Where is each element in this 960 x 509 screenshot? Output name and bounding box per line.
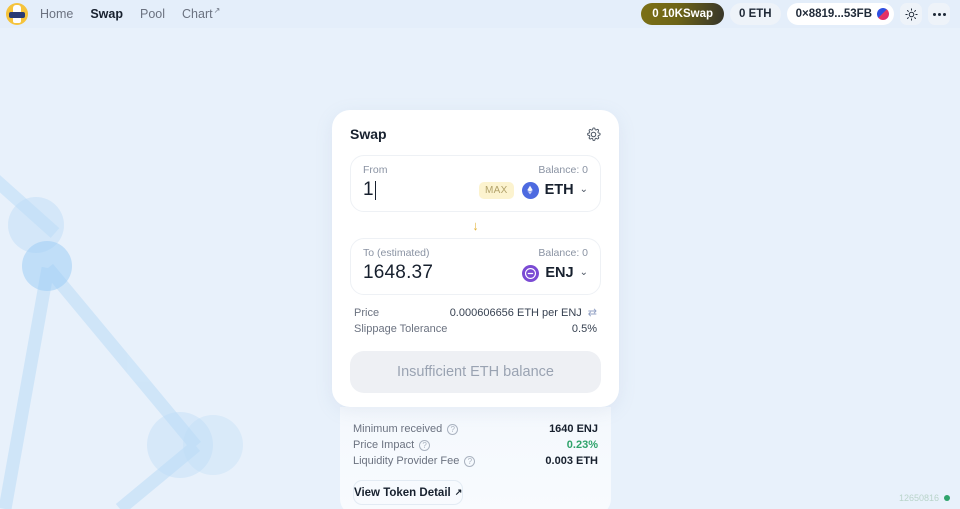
gear-icon <box>587 126 601 141</box>
to-token-selector[interactable]: ENJ ⌄ <box>522 264 588 282</box>
nav-item-chart[interactable]: Chart↗ <box>182 6 220 21</box>
price-row: Price 0.000606656 ETH per ENJ ⇄ <box>354 304 597 321</box>
from-token-panel: From Balance: 0 1 MAX ETH ⌄ <box>350 155 601 212</box>
swap-token-badge[interactable]: 0 10KSwap <box>641 3 724 25</box>
to-token-name: ENJ <box>545 265 574 281</box>
logo-band-shape <box>9 12 25 18</box>
header-actions: 0 10KSwap 0 ETH 0×8819...53FB <box>641 3 950 25</box>
swap-details-panel: Minimum received ? 1640 ENJ Price Impact… <box>340 407 611 509</box>
swap-module: Swap From Balance: 0 1 MAX ETH ⌄ ↓ To (e… <box>332 110 619 509</box>
connection-status-dot <box>944 495 950 501</box>
arrow-down-icon[interactable]: ↓ <box>472 219 479 232</box>
wallet-address-button[interactable]: 0×8819...53FB <box>786 3 894 25</box>
app-header: Home Swap Pool Chart↗ 0 10KSwap 0 ETH 0×… <box>0 0 960 28</box>
slippage-row: Slippage Tolerance 0.5% <box>354 321 597 337</box>
block-status-indicator: 12650816 <box>899 493 950 503</box>
from-panel-controls: MAX ETH ⌄ <box>479 181 588 199</box>
to-amount-input[interactable]: 1648.37 <box>363 262 433 284</box>
nav-item-label: Chart <box>182 7 213 22</box>
minimum-received-label: Minimum received ? <box>353 423 459 435</box>
price-value-group: 0.000606656 ETH per ENJ ⇄ <box>449 306 597 320</box>
price-value: 0.000606656 ETH per ENJ <box>449 306 582 319</box>
chevron-down-icon: ⌄ <box>579 267 588 278</box>
swap-card-header: Swap <box>350 126 601 142</box>
from-token-selector[interactable]: ETH ⌄ <box>521 181 588 199</box>
main-navigation: Home Swap Pool Chart↗ <box>40 6 220 21</box>
nav-item-home[interactable]: Home <box>40 7 73 21</box>
block-number: 12650816 <box>898 493 939 503</box>
detail-row: Liquidity Provider Fee ? 0.003 ETH <box>353 453 598 469</box>
price-label: Price <box>354 306 380 319</box>
liquidity-fee-value: 0.003 ETH <box>545 455 598 467</box>
to-panel-controls: ENJ ⌄ <box>522 264 588 282</box>
nav-item-label: Swap <box>90 7 123 21</box>
swap-rate-refresh-icon[interactable]: ⇄ <box>588 306 597 319</box>
nav-item-label: Pool <box>140 7 166 21</box>
max-button[interactable]: MAX <box>479 181 514 199</box>
help-icon[interactable]: ? <box>419 439 431 451</box>
nav-item-pool[interactable]: Pool <box>140 7 165 21</box>
to-amount-value: 1648.37 <box>363 262 434 283</box>
swap-action-button[interactable]: Insufficient ETH balance <box>350 351 601 393</box>
view-token-detail-label: View Token Detail <box>354 486 451 499</box>
rate-info-block: Price 0.000606656 ETH per ENJ ⇄ Slippage… <box>350 295 601 343</box>
swap-card: Swap From Balance: 0 1 MAX ETH ⌄ ↓ To (e… <box>332 110 619 407</box>
nav-item-swap[interactable]: Swap <box>90 7 123 21</box>
enjin-icon <box>522 264 540 282</box>
detail-row: Price Impact ? 0.23% <box>353 437 598 453</box>
chevron-down-icon: ⌄ <box>579 184 588 195</box>
detail-label-text: Minimum received <box>353 423 443 435</box>
from-label: From <box>363 164 388 176</box>
text-caret <box>374 180 376 200</box>
enjin-glyph <box>525 267 537 279</box>
more-menu-button[interactable] <box>928 3 950 25</box>
to-panel-header: To (estimated) Balance: 0 <box>363 247 588 259</box>
view-token-detail-button[interactable]: View Token Detail ↗ <box>353 480 464 505</box>
switch-direction-row: ↓ <box>350 212 601 238</box>
from-balance: Balance: 0 <box>538 164 588 176</box>
detail-label-text: Price Impact <box>353 439 415 451</box>
to-token-panel: To (estimated) Balance: 0 1648.37 ENJ ⌄ <box>350 238 601 295</box>
from-amount-value: 1 <box>363 179 374 200</box>
wallet-address-label: 0×8819...53FB <box>795 8 872 20</box>
slippage-label: Slippage Tolerance <box>354 323 448 335</box>
10kswap-logo-icon[interactable] <box>6 3 28 25</box>
to-balance: Balance: 0 <box>538 247 588 259</box>
external-link-icon: ↗ <box>454 487 463 497</box>
to-input-row: 1648.37 ENJ ⌄ <box>363 262 588 284</box>
theme-toggle-button[interactable] <box>900 3 922 25</box>
from-input-row: 1 MAX ETH ⌄ <box>363 179 588 201</box>
node-circle <box>22 241 72 291</box>
price-impact-value: 0.23% <box>566 439 598 451</box>
from-amount-input[interactable]: 1 <box>363 179 376 201</box>
minimum-received-value: 1640 ENJ <box>549 423 598 435</box>
from-panel-header: From Balance: 0 <box>363 164 588 176</box>
slippage-value: 0.5% <box>571 323 597 335</box>
help-icon[interactable]: ? <box>447 423 459 435</box>
avatar <box>877 8 889 20</box>
nav-item-label: Home <box>40 7 74 21</box>
detail-label-text: Liquidity Provider Fee <box>353 455 460 467</box>
settings-button[interactable] <box>586 126 601 142</box>
from-token-name: ETH <box>544 182 574 198</box>
liquidity-fee-label: Liquidity Provider Fee ? <box>353 455 476 467</box>
node-circle <box>8 197 64 253</box>
ethereum-glyph <box>527 185 533 195</box>
node-circle <box>147 412 213 478</box>
detail-row: Minimum received ? 1640 ENJ <box>353 421 598 437</box>
external-link-icon: ↗ <box>213 6 221 16</box>
help-icon[interactable]: ? <box>464 455 476 467</box>
to-label: To (estimated) <box>363 247 430 259</box>
ethereum-icon <box>521 181 539 199</box>
page-title: Swap <box>350 126 387 142</box>
sun-icon <box>904 7 918 21</box>
price-impact-label: Price Impact ? <box>353 439 431 451</box>
ellipsis-icon <box>932 12 946 16</box>
eth-balance-display: 0 ETH <box>730 3 781 25</box>
node-circle <box>183 415 243 475</box>
